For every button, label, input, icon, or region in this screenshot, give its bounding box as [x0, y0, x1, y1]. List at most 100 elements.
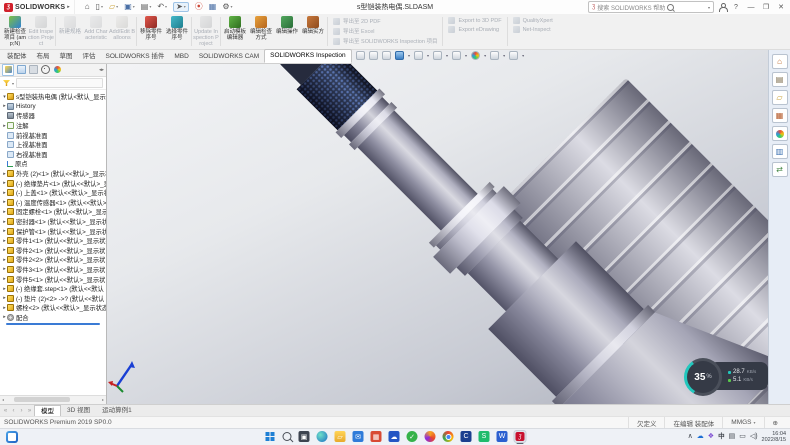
restore-button[interactable]: ❐: [761, 3, 771, 11]
tab-solidworks-inspection[interactable]: SOLIDWORKS Inspection: [264, 49, 352, 63]
view-orientation-icon[interactable]: [414, 51, 423, 60]
appearances-tab[interactable]: [772, 126, 788, 141]
taskbar-search-icon[interactable]: [283, 432, 292, 441]
units-selector[interactable]: MMGS▾: [722, 417, 763, 428]
edge-browser-icon[interactable]: [317, 431, 328, 442]
section-view-icon[interactable]: [395, 51, 404, 60]
view-palette-tab[interactable]: ▦: [772, 108, 788, 123]
tree-item-component[interactable]: ▸(-) 温度传感器<1> (默认<<默认>_: [2, 198, 106, 208]
tree-item-component[interactable]: ▸固定螺栓<1> (默认<<默认>_显示: [2, 207, 106, 217]
tab-solidworks-addins[interactable]: SOLIDWORKS 插件: [101, 51, 170, 63]
tags-globe-icon[interactable]: ⊕: [764, 417, 786, 428]
ribbon-button-edit-vendor[interactable]: 编辑实方: [300, 14, 326, 49]
previous-view-icon[interactable]: [382, 51, 391, 60]
taskbar-clock[interactable]: 16:04 2022/8/15: [762, 431, 786, 443]
tree-item-component[interactable]: ▸保护管<1> (默认<<默认>_显示状: [2, 226, 106, 236]
firefox-browser-icon[interactable]: [425, 431, 436, 442]
tree-item-front-plane[interactable]: 前视基准面: [2, 130, 106, 140]
tree-item-component[interactable]: ▸零件2<2> (默认<<默认>_显示状: [2, 255, 106, 265]
configuration-manager-tab[interactable]: [28, 65, 38, 75]
tree-item-annotations[interactable]: ▸注解: [2, 121, 106, 131]
tree-item-top-plane[interactable]: 上视基准面: [2, 140, 106, 150]
rebuild-button[interactable]: ⦿: [195, 3, 203, 11]
tab-layout[interactable]: 布局: [32, 51, 55, 63]
print-button[interactable]: ▤▾: [141, 3, 152, 11]
mail-icon[interactable]: ✉: [353, 431, 364, 442]
file-explorer-tab[interactable]: ▱: [772, 90, 788, 105]
save-button[interactable]: ▣▾: [124, 3, 135, 11]
design-library-tab[interactable]: ▤: [772, 72, 788, 87]
display-style-icon[interactable]: [433, 51, 442, 60]
solidworks-resources-tab[interactable]: ⌂: [772, 54, 788, 69]
tree-item-mates[interactable]: ▸配合: [2, 313, 106, 323]
ribbon-button-remove-balloon-number[interactable]: 移除零件序号: [138, 14, 164, 49]
tree-item-origin[interactable]: 原点: [2, 159, 106, 169]
ribbon-button-edit-operation[interactable]: 编辑操作: [274, 14, 300, 49]
scroll-left-icon[interactable]: ◂: [2, 397, 4, 402]
menu-expand-arrow-icon[interactable]: ▸: [67, 4, 70, 10]
filter-funnel-icon[interactable]: [3, 80, 10, 86]
tree-item-component[interactable]: ▸零件5<1> (默认<<默认>_显示状: [2, 274, 106, 284]
ribbon-button-launch-template-editor[interactable]: 启动模板编辑器: [222, 14, 248, 49]
select-tool-button[interactable]: ➤▾: [173, 2, 189, 12]
cloud-app-icon[interactable]: ☁: [389, 431, 400, 442]
view-settings-icon[interactable]: [509, 51, 518, 60]
tree-item-component[interactable]: ▸(-) 绝缘套.step<1> (默认<<默认: [2, 284, 106, 294]
tab-evaluate[interactable]: 评估: [78, 51, 101, 63]
filter-dropdown-icon[interactable]: ▾: [12, 81, 14, 86]
file-explorer-icon[interactable]: ▱: [335, 431, 346, 442]
feature-manager-tab[interactable]: [2, 64, 14, 76]
hide-show-items-icon[interactable]: [452, 51, 461, 60]
display-manager-tab[interactable]: [52, 65, 62, 75]
dimxpert-manager-tab[interactable]: [40, 65, 50, 75]
start-button[interactable]: [265, 431, 276, 442]
ribbon-button-new-inspection-project[interactable]: 新建检查项目 (amp;N): [2, 14, 28, 49]
doc-tab-model[interactable]: 模型: [34, 405, 61, 417]
doc-tab-prev-icon[interactable]: ‹: [10, 408, 17, 414]
graphics-viewport[interactable]: ▾ ▾ ▾ ▾ ▾ ▾ ▾ 28.7KB/s 5.1KB/s 35%: [106, 50, 768, 404]
tree-item-component[interactable]: ▸(-) 绝缘垫片<1> (默认<<默认>_显: [2, 178, 106, 188]
wps-app-icon[interactable]: S: [479, 431, 490, 442]
undo-button[interactable]: ↶▾: [157, 3, 167, 11]
search-dropdown-icon[interactable]: ▾: [708, 5, 710, 10]
widgets-icon[interactable]: [6, 431, 18, 443]
open-document-button[interactable]: ▱▾: [109, 3, 118, 11]
tree-item-history[interactable]: ▸History: [2, 102, 106, 112]
tree-item-sensors[interactable]: 传感器: [2, 111, 106, 121]
tree-item-component[interactable]: ▸零件3<1> (默认<<默认>_显示状: [2, 265, 106, 275]
tab-mbd[interactable]: MBD: [169, 51, 193, 63]
doc-tab-first-icon[interactable]: «: [2, 408, 9, 414]
doc-tab-motion-study[interactable]: 运动算例1: [96, 405, 138, 416]
ime-indicator[interactable]: 中: [718, 432, 725, 442]
new-document-button[interactable]: ▯▾: [96, 3, 103, 11]
scrollbar-thumb[interactable]: [14, 397, 70, 402]
scroll-right-icon[interactable]: ▸: [102, 397, 104, 402]
tree-rollback-bar[interactable]: [6, 323, 100, 325]
onedrive-icon[interactable]: ☁: [697, 432, 704, 442]
word-app-icon[interactable]: W: [497, 431, 508, 442]
tree-item-component[interactable]: ▸零件1<1> (默认<<默认>_显示状态: [2, 236, 106, 246]
tree-item-right-plane[interactable]: 右视基准面: [2, 150, 106, 160]
ribbon-button-edit-inspection-method[interactable]: 编辑检查方式: [248, 14, 274, 49]
performance-overlay[interactable]: 28.7KB/s 5.1KB/s 35%: [684, 358, 722, 396]
chrome-browser-icon[interactable]: [443, 431, 454, 442]
tree-item-component[interactable]: ▸密封器<1> (默认<<默认>_显示状: [2, 217, 106, 227]
options-button[interactable]: ⚙▾: [222, 3, 232, 11]
security-app-icon[interactable]: ✓: [407, 431, 418, 442]
zoom-to-fit-icon[interactable]: [356, 51, 365, 60]
task-view-icon[interactable]: ▣: [299, 431, 310, 442]
solidworks-taskbar-icon[interactable]: ʒ: [515, 431, 526, 442]
help-search-input[interactable]: ʒ 搜索 SOLIDWORKS 帮助 ▾: [588, 1, 714, 13]
tree-item-component[interactable]: ▸(-) 上盖<1> (默认<<默认>_显示状: [2, 188, 106, 198]
tray-display-icon[interactable]: ▭: [739, 432, 746, 442]
forum-tab[interactable]: ⇄: [772, 162, 788, 177]
tree-item-component[interactable]: ▸螺栓<2> (默认<<默认>_显示状态: [2, 303, 106, 313]
tree-item-component[interactable]: ▸(-) 垫片 (2)<2> ->? (默认<<默认: [2, 293, 106, 303]
tray-volume-icon[interactable]: ◁): [750, 432, 758, 442]
tree-filter-input[interactable]: [16, 78, 103, 88]
home-button[interactable]: ⌂: [85, 3, 90, 11]
custom-properties-tab[interactable]: ▥: [772, 144, 788, 159]
doc-tab-last-icon[interactable]: »: [26, 408, 33, 414]
tree-horizontal-scrollbar[interactable]: ◂ ▸: [0, 395, 106, 404]
file-properties-button[interactable]: ▦: [209, 3, 217, 11]
